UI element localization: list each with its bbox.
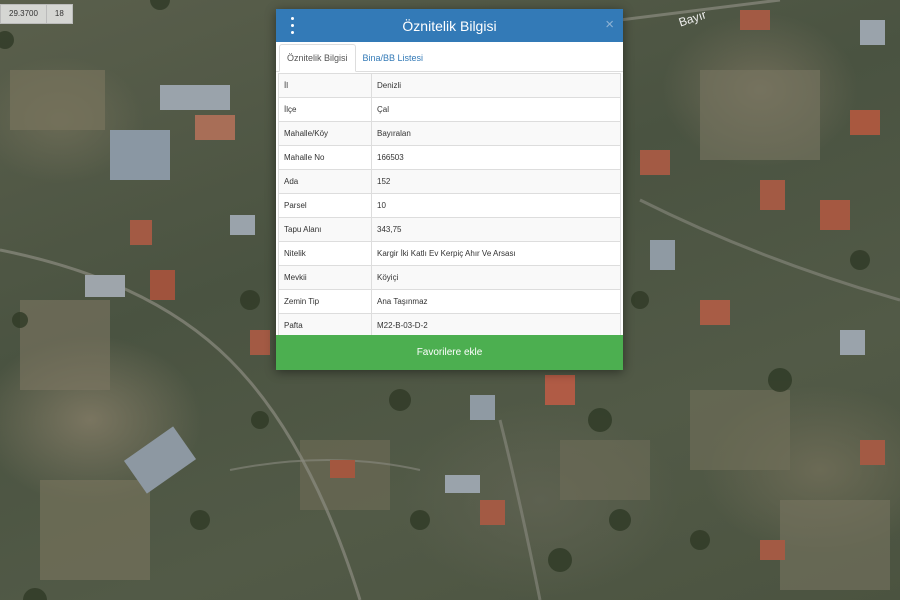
attribute-key: Pafta	[278, 313, 372, 338]
attribute-value: Bayıralan	[371, 121, 621, 146]
attribute-table: İl Denizli İlçe Çal Mahalle/Köy Bayıralan Maha…	[278, 73, 621, 338]
attribute-info-dialog: Öznitelik Bilgisi × Öznitelik Bilgisi Bi…	[276, 9, 623, 370]
zoom-readout: 18	[54, 9, 64, 18]
attribute-value: 152	[371, 169, 621, 194]
attribute-value: Kargir İki Katlı Ev Kerpiç Ahır Ve Arsas…	[371, 241, 621, 266]
dialog-title: Öznitelik Bilgisi	[402, 17, 497, 34]
add-to-favorites-button[interactable]: Favorilere ekle	[276, 335, 623, 370]
table-row: Ada 152	[278, 169, 621, 194]
table-row: Mahalle No 166503	[278, 145, 621, 170]
attribute-key: Nitelik	[278, 241, 372, 266]
attribute-key: Zemin Tip	[278, 289, 372, 314]
attribute-key: Mahalle/Köy	[278, 121, 372, 146]
attribute-value: 10	[371, 193, 621, 218]
vertical-dots-menu-icon[interactable]	[288, 17, 296, 34]
table-row: Zemin Tip Ana Taşınmaz	[278, 289, 621, 314]
table-row: İl Denizli	[278, 73, 621, 98]
attribute-value: 343,75	[371, 217, 621, 242]
road-label: Bayır	[677, 7, 708, 29]
close-icon[interactable]: ×	[605, 16, 614, 33]
dialog-tabs: Öznitelik Bilgisi Bina/BB Listesi	[276, 42, 623, 72]
attribute-key: İlçe	[278, 97, 372, 122]
coordinate-readout: 29.3700	[1, 5, 47, 23]
attribute-key: Mahalle No	[278, 145, 372, 170]
tab-attribute-info[interactable]: Öznitelik Bilgisi	[279, 44, 356, 72]
attribute-key: İl	[278, 73, 372, 98]
table-row: Mahalle/Köy Bayıralan	[278, 121, 621, 146]
table-row: Pafta M22-B-03-D-2	[278, 313, 621, 338]
attribute-key: Parsel	[278, 193, 372, 218]
dialog-header: Öznitelik Bilgisi ×	[276, 9, 623, 42]
attribute-key: Ada	[278, 169, 372, 194]
table-row: Nitelik Kargir İki Katlı Ev Kerpiç Ahır V…	[278, 241, 621, 266]
attribute-value: Ana Taşınmaz	[371, 289, 621, 314]
map-readout: 29.3700 18	[0, 4, 73, 24]
table-row: Mevkii Köyiçi	[278, 265, 621, 290]
table-row: Tapu Alanı 343,75	[278, 217, 621, 242]
attribute-value: M22-B-03-D-2	[371, 313, 621, 338]
attribute-key: Tapu Alanı	[278, 217, 372, 242]
attribute-value: Köyiçi	[371, 265, 621, 290]
attribute-key: Mevkii	[278, 265, 372, 290]
attribute-value: Çal	[371, 97, 621, 122]
attribute-value: 166503	[371, 145, 621, 170]
table-row: Parsel 10	[278, 193, 621, 218]
tab-building-list[interactable]: Bina/BB Listesi	[356, 45, 431, 71]
table-row: İlçe Çal	[278, 97, 621, 122]
attribute-value: Denizli	[371, 73, 621, 98]
